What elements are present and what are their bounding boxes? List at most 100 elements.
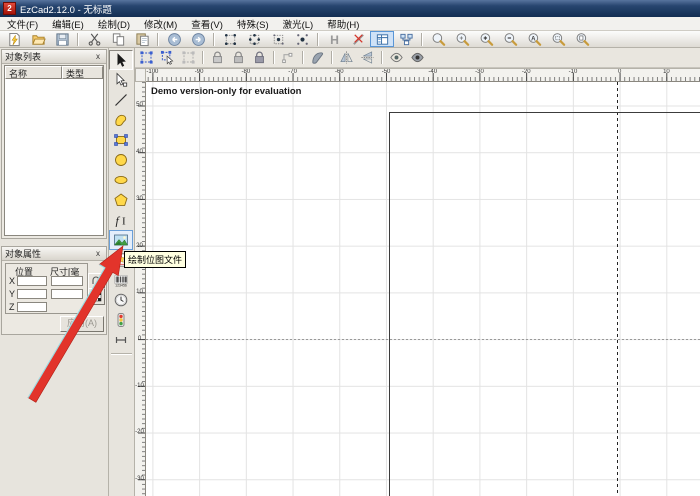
snap-corner-button[interactable] <box>218 31 242 47</box>
mirror-vertical-button[interactable] <box>357 49 378 67</box>
group-button[interactable] <box>136 49 157 67</box>
mirror-horizontal-button[interactable] <box>336 49 357 67</box>
zoom-all-button[interactable]: A <box>522 31 546 47</box>
toolbar-separator <box>202 51 204 64</box>
close-icon[interactable]: x <box>93 249 103 259</box>
text-button[interactable]: fI <box>109 210 133 230</box>
select-button[interactable] <box>109 50 133 70</box>
menu-特殊s[interactable]: 特殊(S) <box>230 16 276 32</box>
toolbar-separator <box>302 51 304 64</box>
snap-object-button[interactable] <box>290 31 314 47</box>
fill-button[interactable] <box>307 49 328 67</box>
circle-button[interactable] <box>109 150 133 170</box>
curve-icon <box>113 112 129 128</box>
object-list-panel: 对象列表 x 名称 类型 <box>1 49 107 239</box>
undo-button[interactable] <box>162 31 186 47</box>
redo-button[interactable] <box>186 31 210 47</box>
cut-button[interactable] <box>82 31 106 47</box>
toolbar-separator <box>331 51 333 64</box>
zoom-center-icon <box>455 32 470 47</box>
menu-绘制d[interactable]: 绘制(D) <box>91 16 137 32</box>
mark-params-button[interactable] <box>346 31 370 47</box>
barcode-button[interactable]: 123456 <box>109 270 133 290</box>
menu-文件f[interactable]: 文件(F) <box>0 16 45 32</box>
beam-button[interactable] <box>109 330 133 350</box>
lock-x-button[interactable] <box>228 49 249 67</box>
menu-查看v[interactable]: 查看(V) <box>184 16 230 32</box>
zoom-out-button[interactable] <box>498 31 522 47</box>
copy-button[interactable] <box>106 31 130 47</box>
node-edit-button[interactable] <box>109 70 133 90</box>
v-ruler-label: -10 <box>135 383 144 389</box>
select-box-button[interactable] <box>178 49 199 67</box>
lock-dark-button[interactable] <box>249 49 270 67</box>
array-button[interactable] <box>88 288 105 305</box>
bitmap-icon <box>113 232 129 248</box>
redo-icon <box>191 32 206 47</box>
object-properties-body: 位置 尺寸[毫 X Y Z 应用(A) <box>2 260 106 334</box>
snap-edge-icon <box>247 32 262 47</box>
node-align-button[interactable] <box>278 49 299 67</box>
apply-button[interactable]: 应用(A) <box>60 316 104 332</box>
rectangle-button[interactable] <box>109 130 133 150</box>
new-button[interactable] <box>2 31 26 47</box>
timer-button[interactable] <box>109 290 133 310</box>
open-button[interactable] <box>26 31 50 47</box>
drawing-canvas[interactable]: Demo version-only for evaluation <box>146 82 700 496</box>
object-browser-button[interactable] <box>394 31 418 47</box>
panel-grid-button[interactable] <box>370 31 394 47</box>
hide-eye-icon <box>410 50 425 65</box>
menu-帮助h[interactable]: 帮助(H) <box>320 16 366 32</box>
zoom-in-button[interactable] <box>474 31 498 47</box>
curve-button[interactable] <box>109 110 133 130</box>
ungroup-button[interactable] <box>157 49 178 67</box>
polygon-button[interactable] <box>109 190 133 210</box>
traffic-light-button[interactable] <box>109 310 133 330</box>
ungroup-icon <box>160 50 175 65</box>
column-header-name[interactable]: 名称 <box>5 66 62 79</box>
h-ruler-label: -70 <box>288 69 297 75</box>
toolbar-separator <box>381 51 383 64</box>
ellipse-button[interactable] <box>109 170 133 190</box>
zoom-window-icon <box>431 32 446 47</box>
y-position-input[interactable] <box>17 289 47 299</box>
h-ruler-label: -100 <box>146 69 158 75</box>
zoom-selection-button[interactable] <box>546 31 570 47</box>
x-position-input[interactable] <box>17 276 47 286</box>
zoom-window-button[interactable] <box>426 31 450 47</box>
z-row-label: Z <box>9 302 17 312</box>
menu-激光l[interactable]: 激光(L) <box>276 16 321 32</box>
close-icon[interactable]: x <box>93 52 103 62</box>
bitmap-button[interactable] <box>109 230 133 250</box>
x-size-input[interactable] <box>51 276 83 286</box>
save-button[interactable] <box>50 31 74 47</box>
zoom-page-button[interactable] <box>570 31 594 47</box>
v-ruler-label: 20 <box>135 243 144 249</box>
draw-toolbar: fI 123456 <box>109 48 135 496</box>
snap-edge-button[interactable] <box>242 31 266 47</box>
object-list[interactable]: 名称 类型 <box>4 65 104 236</box>
paste-button[interactable] <box>130 31 154 47</box>
array-grid-icon <box>91 291 102 302</box>
title-bar: 2 EzCad2.12.0 - 无标题 <box>0 0 700 17</box>
svg-text:f: f <box>116 214 121 228</box>
hatch-icon: H <box>327 32 342 47</box>
lock-button[interactable] <box>207 49 228 67</box>
mirror-horizontal-icon <box>339 50 354 65</box>
hatch-button[interactable]: H <box>322 31 346 47</box>
line-button[interactable] <box>109 90 133 110</box>
z-position-input[interactable] <box>17 302 47 312</box>
zoom-center-button[interactable] <box>450 31 474 47</box>
show-eye-button[interactable] <box>386 49 407 67</box>
column-header-type[interactable]: 类型 <box>62 66 103 79</box>
fill-icon <box>310 50 325 65</box>
y-size-input[interactable] <box>51 289 83 299</box>
polygon-icon <box>113 192 129 208</box>
menu-修改m[interactable]: 修改(M) <box>137 16 184 32</box>
v-ruler-label: -30 <box>135 476 144 482</box>
snap-center-button[interactable] <box>266 31 290 47</box>
select-icon <box>113 52 129 68</box>
menu-编辑e[interactable]: 编辑(E) <box>45 16 91 32</box>
window-title: EzCad2.12.0 - 无标题 <box>20 2 112 16</box>
hide-eye-button[interactable] <box>407 49 428 67</box>
